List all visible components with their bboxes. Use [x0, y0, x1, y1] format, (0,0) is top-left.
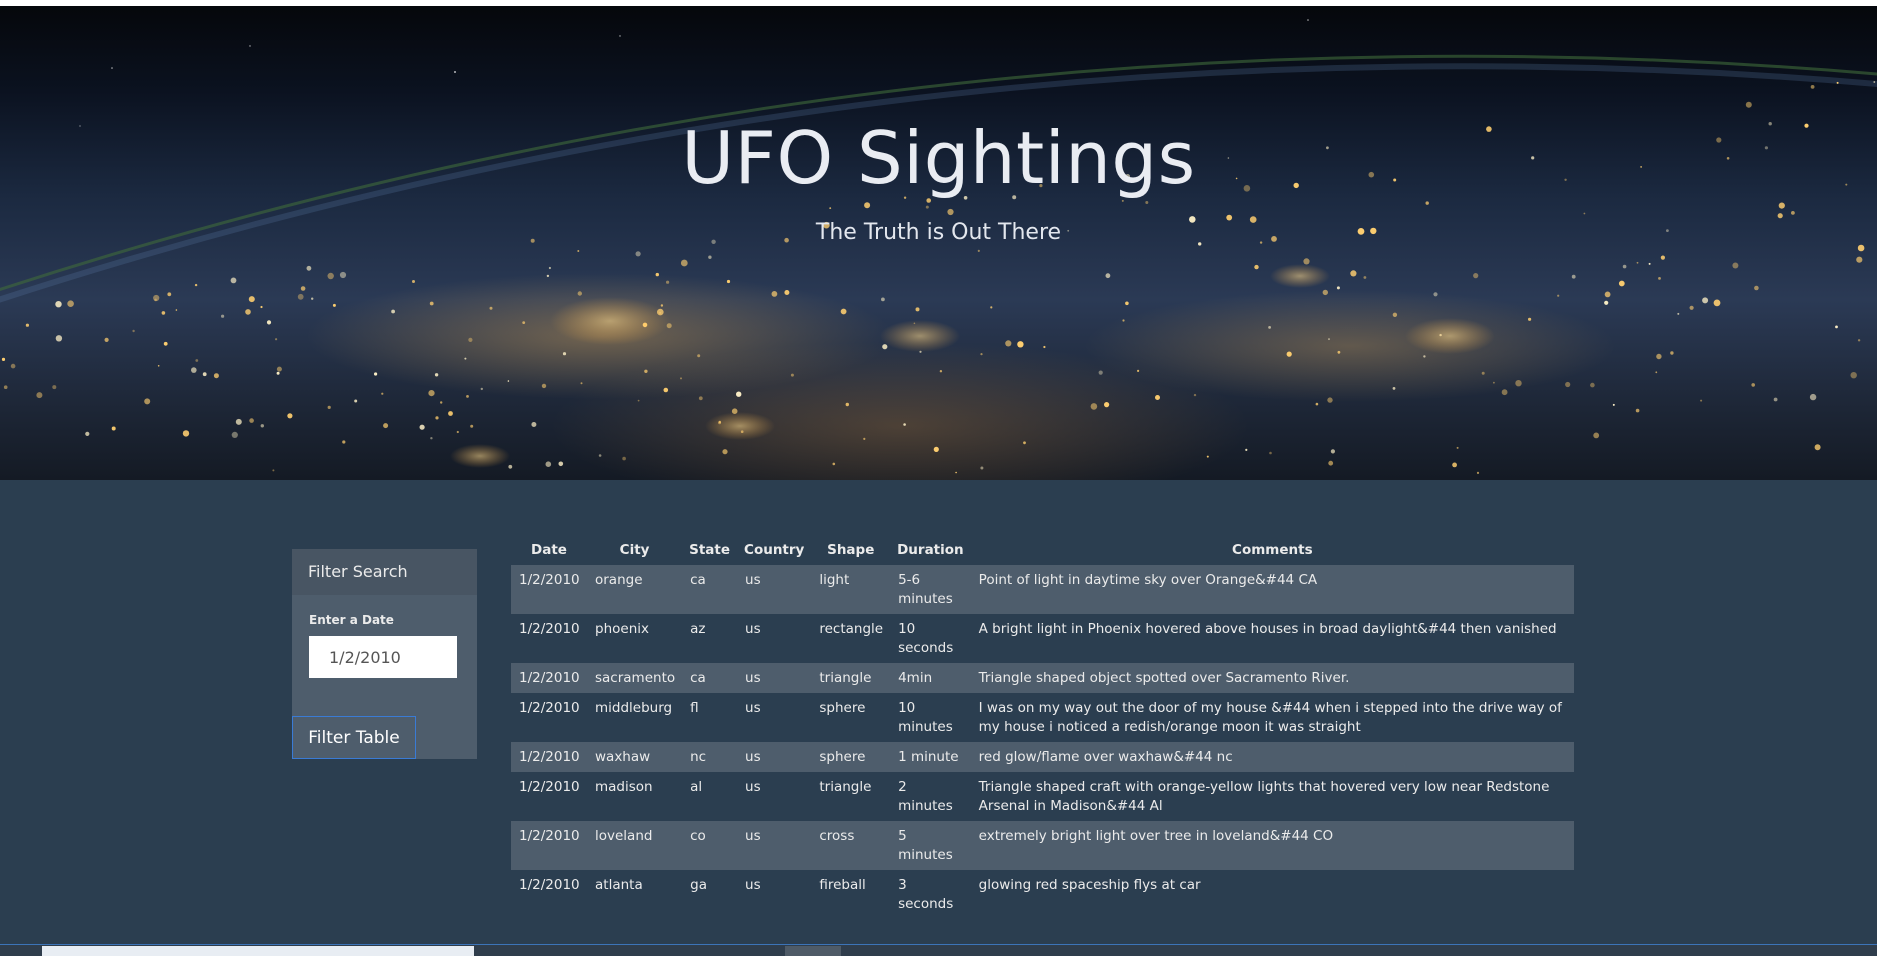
filter-panel: Filter Search Enter a Date Filter Table: [292, 549, 477, 759]
column-header-state: State: [689, 542, 731, 558]
cell-comments: red glow/flame over waxhaw&#44 nc: [978, 749, 1233, 765]
cell-duration: 2 minutes: [898, 779, 953, 814]
filter-panel-heading: Filter Search: [292, 549, 477, 595]
hero-banner: UFO Sightings The Truth is Out There: [0, 6, 1877, 480]
cell-shape: sphere: [819, 749, 866, 765]
cell-city: sacramento: [595, 670, 676, 686]
cell-date: 1/2/2010: [519, 877, 580, 893]
cell-duration: 10 seconds: [898, 621, 954, 656]
cell-date: 1/2/2010: [519, 779, 580, 795]
table-row: 1/2/2010 orange ca us light 5-6 minutes Point …: [511, 565, 1574, 614]
page-subtitle: The Truth is Out There: [815, 220, 1062, 245]
cell-city: loveland: [595, 828, 653, 844]
cell-shape: light: [819, 572, 850, 588]
cell-date: 1/2/2010: [519, 828, 580, 844]
cell-comments: Triangle shaped craft with orange-yellow…: [978, 779, 1550, 814]
cell-city: phoenix: [595, 621, 649, 637]
cell-comments: A bright light in Phoenix hovered above …: [978, 621, 1557, 637]
cell-comments: Point of light in daytime sky over Orang…: [978, 572, 1318, 588]
cell-shape: sphere: [819, 700, 866, 716]
cell-comments: extremely bright light over tree in love…: [978, 828, 1334, 844]
column-header-duration: Duration: [897, 542, 964, 558]
cell-shape: fireball: [819, 877, 866, 893]
table-row: 1/2/2010 madison al us triangle 2 minutes Tria…: [511, 772, 1574, 821]
cell-country: us: [745, 700, 761, 716]
cell-state: al: [690, 779, 703, 795]
cell-shape: cross: [819, 828, 855, 844]
cell-country: us: [745, 779, 761, 795]
cell-country: us: [745, 828, 761, 844]
cell-duration: 4min: [898, 670, 933, 686]
table-row: 1/2/2010 atlanta ga us fireball 3 seconds glow…: [511, 870, 1574, 919]
cell-country: us: [745, 749, 761, 765]
column-header-comments: Comments: [1232, 542, 1313, 558]
cell-comments: glowing red spaceship flys at car: [978, 877, 1201, 893]
cell-country: us: [745, 877, 761, 893]
table-row: 1/2/2010 sacramento ca us triangle 4min Triang…: [511, 663, 1574, 693]
cell-state: az: [690, 621, 706, 637]
cell-duration: 10 minutes: [898, 700, 953, 735]
cell-state: co: [690, 828, 706, 844]
cell-country: us: [745, 670, 761, 686]
column-header-date: Date: [531, 542, 567, 558]
table-row: 1/2/2010 waxhaw nc us sphere 1 minute red glow…: [511, 742, 1574, 772]
page-title: UFO Sightings: [681, 116, 1196, 200]
cell-duration: 5-6 minutes: [898, 572, 953, 607]
table-row: 1/2/2010 loveland co us cross 5 minutes extrem…: [511, 821, 1574, 870]
column-header-city: City: [619, 542, 650, 558]
cell-city: waxhaw: [595, 749, 651, 765]
ufo-sightings-table: Date City State Country Shape Duration C…: [511, 536, 1574, 919]
column-header-shape: Shape: [827, 542, 875, 558]
cell-country: us: [745, 621, 761, 637]
cell-state: nc: [690, 749, 707, 765]
table-row: 1/2/2010 phoenix az us rectangle 10 seconds A …: [511, 614, 1574, 663]
cell-city: atlanta: [595, 877, 643, 893]
cell-comments: I was on my way out the door of my house…: [978, 700, 1562, 735]
table-row: 1/2/2010 middleburg fl us sphere 10 minutes I …: [511, 693, 1574, 742]
cell-shape: triangle: [819, 670, 872, 686]
cell-date: 1/2/2010: [519, 670, 580, 686]
column-header-country: Country: [744, 542, 805, 558]
cell-state: ca: [690, 572, 706, 588]
cell-city: madison: [595, 779, 653, 795]
table-header-row: Date City State Country Shape Duration C…: [511, 536, 1574, 565]
cell-city: middleburg: [595, 700, 673, 716]
date-input[interactable]: [309, 636, 457, 678]
cell-shape: triangle: [819, 779, 872, 795]
cell-comments: Triangle shaped object spotted over Sacr…: [978, 670, 1350, 686]
cell-duration: 5 minutes: [898, 828, 953, 863]
cell-date: 1/2/2010: [519, 749, 580, 765]
cell-date: 1/2/2010: [519, 572, 580, 588]
cell-city: orange: [595, 572, 643, 588]
cell-duration: 3 seconds: [898, 877, 954, 912]
filter-table-button[interactable]: Filter Table: [292, 716, 416, 759]
cell-date: 1/2/2010: [519, 621, 580, 637]
cell-duration: 1 minute: [898, 749, 959, 765]
table-body: 1/2/2010 orange ca us light 5-6 minutes Point …: [511, 565, 1574, 919]
cell-state: ca: [690, 670, 706, 686]
cell-date: 1/2/2010: [519, 700, 580, 716]
cell-state: fl: [690, 700, 699, 716]
cell-country: us: [745, 572, 761, 588]
date-label: Enter a Date: [309, 613, 394, 627]
cell-state: ga: [690, 877, 707, 893]
cell-shape: rectangle: [819, 621, 884, 637]
taskbar: [0, 944, 1877, 956]
